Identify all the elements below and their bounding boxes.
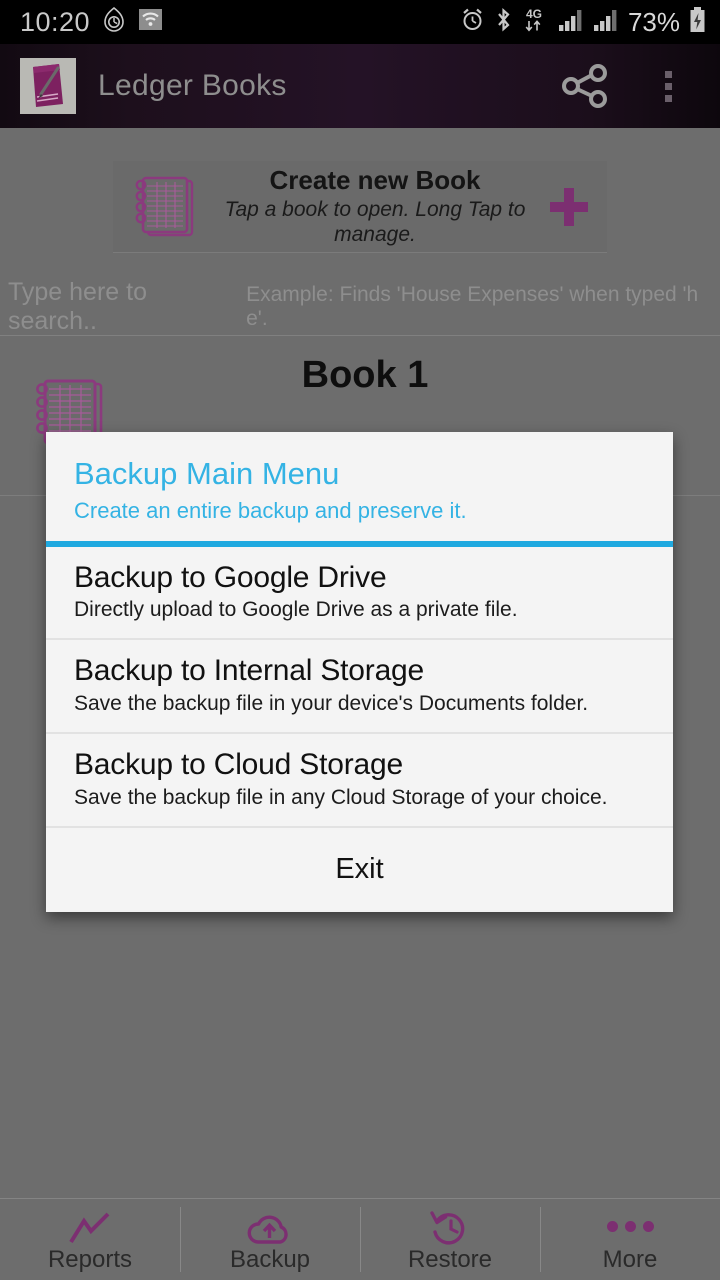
- nav-label-backup: Backup: [229, 1245, 311, 1273]
- dialog-title: Backup Main Menu: [74, 456, 340, 491]
- wifi-icon: [138, 7, 163, 37]
- search-input[interactable]: Type here to search.. Example: Finds 'Ho…: [0, 278, 720, 336]
- bluetooth-icon: [494, 7, 513, 38]
- dialog-option-title: Backup to Internal Storage: [74, 654, 425, 688]
- create-new-book-text: Create new Book Tap a book to open. Long…: [213, 164, 531, 247]
- create-new-book-card[interactable]: Create new Book Tap a book to open. Long…: [113, 161, 607, 253]
- battery-percent-label: 73%: [627, 6, 680, 37]
- dialog-option-cloud-storage[interactable]: Backup to Cloud Storage Save the backup …: [46, 734, 673, 828]
- status-bar-right: 4G 73%: [460, 6, 720, 38]
- dialog-option-internal-storage[interactable]: Backup to Internal Storage Save the back…: [46, 640, 673, 735]
- share-icon[interactable]: [560, 60, 612, 112]
- restore-clock-icon: [429, 1208, 471, 1246]
- more-dots-icon: [606, 1208, 654, 1246]
- dialog-option-google-drive[interactable]: Backup to Google Drive Directly upload t…: [46, 546, 673, 641]
- signal-bars-2-icon: [593, 8, 619, 37]
- dialog-option-subtitle: Save the backup file in your device's Do…: [74, 691, 589, 715]
- app-bar-actions: [560, 60, 720, 112]
- app-book-icon: [20, 58, 76, 114]
- create-new-book-title: Create new Book: [269, 164, 481, 195]
- line-chart-icon: [67, 1208, 113, 1246]
- plus-icon[interactable]: [531, 185, 607, 229]
- create-new-book-subtitle: Tap a book to open. Long Tap to manage.: [224, 197, 526, 247]
- nav-label-more: More: [602, 1245, 658, 1273]
- exit-button-label: Exit: [335, 853, 384, 886]
- dialog-option-title: Backup to Cloud Storage: [74, 748, 403, 782]
- alarm-icon: [460, 7, 485, 37]
- dialog-option-subtitle: Directly upload to Google Drive as a pri…: [74, 598, 518, 622]
- status-clock: 10:20: [20, 6, 91, 37]
- app-title: Ledger Books: [98, 69, 287, 102]
- app-bar: Ledger Books: [0, 44, 720, 128]
- battery-charging-icon: [689, 6, 706, 38]
- app-screen: 10:20 4G 73% Ledger Books Create new Boo…: [0, 0, 720, 1280]
- status-bar-left: 10:20: [0, 6, 163, 38]
- search-placeholder: Type here to search..: [8, 277, 147, 335]
- bottom-navigation: Reports Backup Restore More: [0, 1198, 720, 1280]
- search-example-hint: Example: Finds 'House Expenses' when typ…: [246, 282, 699, 330]
- backup-main-menu-dialog: Backup Main Menu Create an entire backup…: [46, 432, 673, 912]
- svg-text:4G: 4G: [526, 7, 542, 21]
- dialog-header: Backup Main Menu Create an entire backup…: [46, 432, 673, 541]
- nav-item-restore[interactable]: Restore: [360, 1199, 540, 1280]
- nav-item-backup[interactable]: Backup: [180, 1199, 360, 1280]
- exit-button[interactable]: Exit: [46, 827, 673, 912]
- book-title: Book 1: [301, 354, 429, 396]
- mobile-data-icon: 4G: [522, 6, 549, 38]
- dialog-option-title: Backup to Google Drive: [74, 560, 387, 594]
- overflow-menu-icon[interactable]: [642, 60, 694, 112]
- prayer-time-icon: [102, 6, 126, 38]
- nav-item-more[interactable]: More: [540, 1199, 720, 1280]
- nav-item-reports[interactable]: Reports: [0, 1199, 180, 1280]
- status-bar: 10:20 4G 73%: [0, 0, 720, 44]
- signal-bars-icon: [558, 8, 584, 37]
- nav-label-restore: Restore: [407, 1245, 493, 1273]
- cloud-upload-icon: [245, 1208, 295, 1246]
- nav-label-reports: Reports: [47, 1245, 133, 1273]
- dialog-option-subtitle: Save the backup file in any Cloud Storag…: [74, 785, 608, 809]
- dialog-subtitle: Create an entire backup and preserve it.: [74, 497, 467, 523]
- notebook-icon: [113, 170, 213, 244]
